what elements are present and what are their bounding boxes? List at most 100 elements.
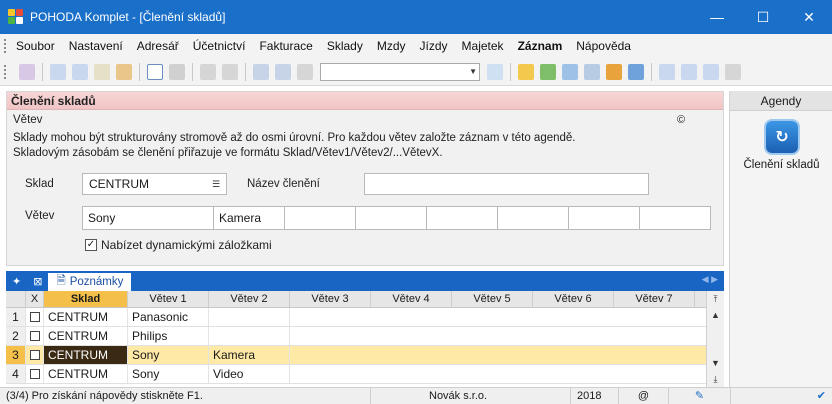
menu-mzdy[interactable]: Mzdy [377,39,406,53]
new-record-icon[interactable] [147,63,163,80]
table-icon[interactable] [562,63,578,80]
row-number: 1 [6,308,26,326]
scroll-bottom-icon[interactable]: ⤓ [707,371,724,387]
window-split-icon[interactable] [681,63,697,80]
minimize-button[interactable]: — [694,0,740,34]
cell-vetev-1[interactable]: Panasonic [128,308,209,326]
status-check-icon[interactable]: ✔ [730,388,832,404]
table-row[interactable]: 1 CENTRUM Panasonic [6,308,724,327]
col-x[interactable]: X [26,291,44,307]
back-arrow-icon[interactable] [200,63,216,80]
cell-vetev-2[interactable]: Kamera [209,346,290,364]
dynamic-tabs-label[interactable]: Nabízet dynamickými záložkami [101,238,272,252]
row-checkbox[interactable] [26,327,44,345]
branch-field-6[interactable] [498,206,569,230]
cell-vetev-1[interactable]: Sony [128,365,209,383]
find-icon[interactable] [72,63,88,80]
col-vetev-3[interactable]: Větev 3 [290,291,371,307]
status-at-icon[interactable]: @ [618,388,668,404]
print-preview-icon[interactable] [94,63,110,80]
cell-vetev-1[interactable]: Sony [128,346,209,364]
col-vetev-7[interactable]: Větev 7 [614,291,695,307]
col-sklad[interactable]: Sklad [44,291,128,307]
row-checkbox[interactable] [26,308,44,326]
barcode-icon[interactable] [628,63,644,80]
agenda-item-icon[interactable]: ↻ [766,121,798,153]
cell-sklad[interactable]: CENTRUM [44,308,128,326]
save-icon[interactable] [253,63,269,80]
branch-field-1[interactable]: Sony [82,206,214,230]
tools-icon[interactable] [540,63,556,80]
quick-search-combo[interactable]: ▼ [320,62,480,81]
pin-icon[interactable]: ✦ [6,271,27,291]
forward-arrow-icon[interactable] [222,63,238,80]
table-row[interactable]: 4 CENTRUM Sony Video [6,365,724,384]
menu-fakturace[interactable]: Fakturace [259,39,312,53]
filter-icon[interactable] [487,63,503,80]
branch-field-4[interactable] [356,206,427,230]
list-icon[interactable] [584,63,600,80]
grid-vertical-scrollbar[interactable]: ⤒ ▲ ▼ ⤓ [706,291,724,387]
close-button[interactable]: ✕ [786,0,832,34]
help-icon[interactable] [725,63,741,80]
cell-vetev-2[interactable] [209,327,290,345]
tab-poznamky[interactable]: 🗎 Poznámky [48,273,132,291]
menu-ucetnictvi[interactable]: Účetnictví [193,39,246,53]
col-vetev-2[interactable]: Větev 2 [209,291,290,307]
scroll-down-icon[interactable]: ▼ [707,355,724,371]
menu-majetek[interactable]: Majetek [462,39,504,53]
menu-soubor[interactable]: Soubor [16,39,55,53]
cell-vetev-2[interactable]: Video [209,365,290,383]
row-checkbox[interactable] [26,346,44,364]
menu-napoveda[interactable]: Nápověda [576,39,631,53]
dynamic-tabs-checkbox[interactable]: ✓ [85,239,97,251]
maximize-button[interactable]: ☐ [740,0,786,34]
branch-field-8[interactable] [640,206,711,230]
cell-vetev-2[interactable] [209,308,290,326]
agenda-header: Agendy [730,91,832,111]
branch-field-2[interactable]: Kamera [214,206,285,230]
menu-jizdy[interactable]: Jízdy [420,39,448,53]
agenda-item-label[interactable]: Členění skladů [730,159,832,171]
col-vetev-1[interactable]: Větev 1 [128,291,209,307]
sklad-combo[interactable]: CENTRUM ☰ [82,173,227,195]
row-checkbox[interactable] [26,365,44,383]
save-as-icon[interactable] [275,63,291,80]
scroll-up-icon[interactable]: ▲ [707,307,724,323]
status-pen-icon[interactable]: ✎ [668,388,730,404]
cell-sklad[interactable]: CENTRUM [44,327,128,345]
menu-sklady[interactable]: Sklady [327,39,363,53]
window-icon[interactable] [659,63,675,80]
nazev-clenen-input[interactable] [364,173,649,195]
chart-icon[interactable] [606,63,622,80]
folder-icon[interactable] [518,63,534,80]
col-vetev-5[interactable]: Větev 5 [452,291,533,307]
menu-grip[interactable] [4,39,8,53]
menu-nastaveni[interactable]: Nastavení [69,39,123,53]
row-number: 2 [6,327,26,345]
scroll-top-icon[interactable]: ⤒ [707,291,724,307]
scroll-track[interactable] [707,323,724,355]
filter-tab-icon[interactable]: ⊠ [27,271,48,291]
cell-sklad[interactable]: CENTRUM [44,365,128,383]
calculator-icon[interactable] [19,63,35,80]
table-row-selected[interactable]: 3 CENTRUM Sony Kamera [6,346,724,365]
toolbar-grip[interactable] [4,64,8,79]
branch-field-5[interactable] [427,206,498,230]
menu-zaznam[interactable]: Záznam [518,39,563,53]
edit-icon[interactable] [169,63,185,80]
cell-vetev-1[interactable]: Philips [128,327,209,345]
col-vetev-4[interactable]: Větev 4 [371,291,452,307]
report-icon[interactable] [116,63,132,80]
window-list-icon[interactable] [703,63,719,80]
branch-field-3[interactable] [285,206,356,230]
combo-list-icon[interactable]: ☰ [208,176,224,192]
tab-scroll-arrows[interactable]: ◀ ▶ [702,274,718,285]
table-row[interactable]: 2 CENTRUM Philips [6,327,724,346]
col-vetev-6[interactable]: Větev 6 [533,291,614,307]
search-icon[interactable] [50,63,66,80]
branch-field-7[interactable] [569,206,640,230]
copy-icon[interactable] [297,63,313,80]
menu-adresar[interactable]: Adresář [137,39,179,53]
cell-sklad-current[interactable]: CENTRUM [44,346,128,364]
